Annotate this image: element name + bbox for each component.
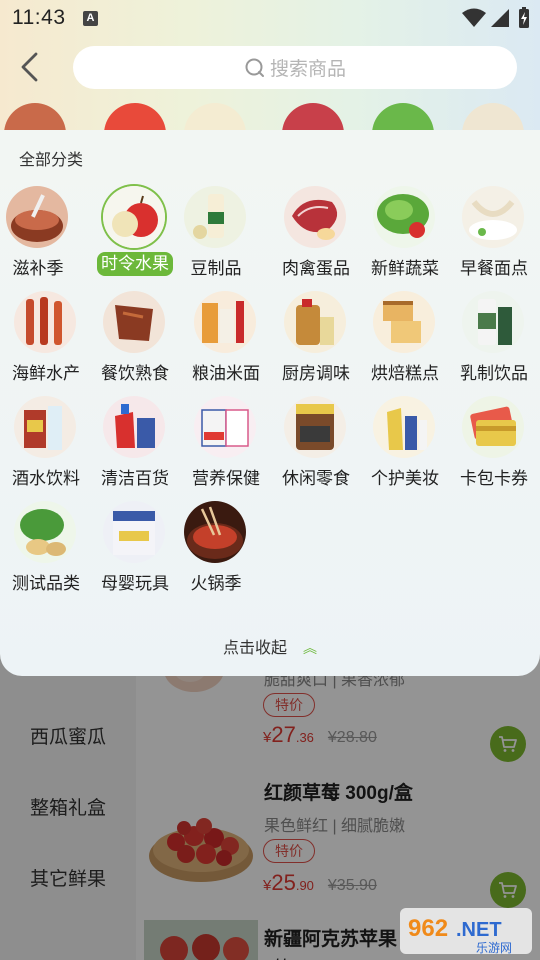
category-meat[interactable]: 肉禽蛋品 xyxy=(274,186,358,286)
category-bakery[interactable]: 烘焙糕点 xyxy=(363,291,447,391)
category-supplements[interactable]: 营养保健 xyxy=(184,396,268,496)
category-seasonal-fruit[interactable]: 时令水果 xyxy=(93,186,177,286)
category-drinks[interactable]: 酒水饮料 xyxy=(4,396,88,496)
milk-icon xyxy=(462,291,524,353)
category-soy[interactable]: 豆制品 xyxy=(174,186,258,286)
seasoning-icon xyxy=(284,291,346,353)
search-placeholder: 搜索商品 xyxy=(269,59,346,80)
status-bar: 11:43 A xyxy=(0,0,540,36)
category-seasoning[interactable]: 厨房调味 xyxy=(274,291,358,391)
category-tonic[interactable]: 滋补季 xyxy=(0,186,80,286)
meat-icon xyxy=(284,186,346,248)
category-snacks[interactable]: 休闲零食 xyxy=(274,396,358,496)
bread-icon xyxy=(373,291,435,353)
search-input[interactable]: 搜索商品 xyxy=(73,46,517,89)
category-hotpot[interactable]: 火锅季 xyxy=(174,501,258,601)
soy-milk-icon xyxy=(184,186,246,248)
grain-oil-icon xyxy=(194,291,256,353)
noodles-icon xyxy=(462,186,524,248)
wifi-icon xyxy=(462,8,486,27)
category-cosmetics[interactable]: 个护美妆 xyxy=(363,396,447,496)
supplement-icon xyxy=(194,396,256,458)
vegetable-icon xyxy=(14,501,76,563)
status-time: 11:43 xyxy=(12,6,66,29)
peek-noodles-icon xyxy=(462,103,524,133)
tonic-soup-icon xyxy=(6,186,68,248)
notification-icon: A xyxy=(83,11,98,26)
lettuce-icon xyxy=(373,186,435,248)
category-vegetables[interactable]: 新鲜蔬菜 xyxy=(363,186,447,286)
category-grain-oil[interactable]: 粮油米面 xyxy=(184,291,268,391)
cosmetics-icon xyxy=(373,396,435,458)
peek-lettuce-icon xyxy=(372,103,434,133)
category-strip xyxy=(0,103,540,133)
svg-text:962: 962 xyxy=(408,915,448,942)
category-baby[interactable]: 母婴玩具 xyxy=(93,501,177,601)
card-icon xyxy=(462,396,524,458)
watermark-logo: 962 .NET 乐游网 xyxy=(400,908,532,955)
chevron-up-icon: ︽ xyxy=(303,640,317,656)
collapse-button[interactable]: 点击收起 ︽ xyxy=(0,634,540,658)
back-button[interactable] xyxy=(14,50,48,84)
signal-icon xyxy=(491,9,509,27)
panel-title: 全部分类 xyxy=(19,152,84,169)
svg-text:乐游网: 乐游网 xyxy=(476,941,512,955)
snack-icon xyxy=(284,396,346,458)
category-test[interactable]: 测试品类 xyxy=(4,501,88,601)
category-cleaning[interactable]: 清洁百货 xyxy=(93,396,177,496)
hotpot-icon xyxy=(184,501,246,563)
category-cards[interactable]: 卡包卡券 xyxy=(452,396,536,496)
search-icon xyxy=(245,58,264,77)
formula-icon xyxy=(103,501,165,563)
peek-meat-icon xyxy=(282,103,344,133)
category-cooked-food[interactable]: 餐饮熟食 xyxy=(93,291,177,391)
peek-tonic-icon xyxy=(4,103,66,133)
svg-text:.NET: .NET xyxy=(456,919,502,941)
cooked-food-icon xyxy=(103,291,165,353)
apple-icon xyxy=(103,186,165,248)
category-dairy[interactable]: 乳制饮品 xyxy=(452,291,536,391)
category-seafood[interactable]: 海鲜水产 xyxy=(4,291,88,391)
detergent-icon xyxy=(103,396,165,458)
category-breakfast[interactable]: 早餐面点 xyxy=(452,186,536,286)
peek-apple-icon xyxy=(104,103,166,133)
battery-icon xyxy=(519,7,529,28)
peek-soymilk-icon xyxy=(184,103,246,133)
liquor-icon xyxy=(14,396,76,458)
seafood-icon xyxy=(14,291,76,353)
